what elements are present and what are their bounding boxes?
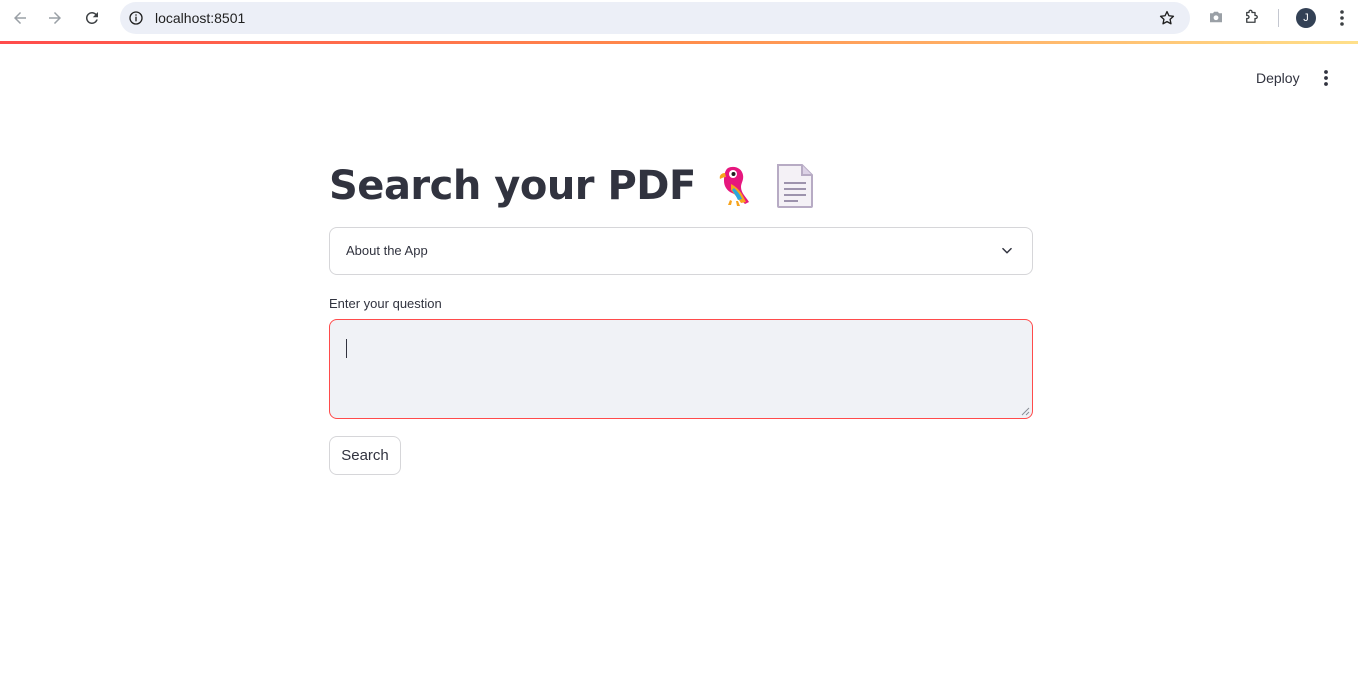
page-title: Search your PDF (329, 163, 696, 209)
toolbar-divider (1278, 9, 1279, 27)
profile-avatar[interactable]: J (1296, 8, 1316, 28)
document-icon (776, 164, 813, 208)
reload-icon (85, 11, 98, 24)
camera-icon[interactable] (1207, 8, 1225, 26)
question-input[interactable] (329, 319, 1033, 419)
browser-menu-icon[interactable] (1334, 8, 1350, 28)
extensions-puzzle-icon[interactable] (1243, 8, 1261, 26)
chevron-down-icon (1002, 247, 1012, 254)
forward-button[interactable] (42, 5, 68, 31)
site-info-icon[interactable] (128, 10, 144, 26)
back-button[interactable] (7, 5, 33, 31)
arrow-right-icon (49, 12, 61, 24)
page-title-row: Search your PDF (329, 160, 816, 212)
url-text: localhost:8501 (155, 10, 246, 26)
app-decoration-bar (0, 41, 1358, 44)
address-bar[interactable]: localhost:8501 (120, 2, 1190, 34)
expander-label: About the App (346, 243, 428, 258)
arrow-left-icon (14, 12, 26, 24)
parrot-icon (719, 166, 749, 206)
app-menu-icon[interactable] (1318, 68, 1334, 88)
question-label: Enter your question (329, 296, 442, 311)
bookmark-star-icon[interactable] (1158, 9, 1176, 27)
reload-button[interactable] (79, 5, 105, 31)
resize-handle-icon[interactable] (1021, 407, 1030, 416)
about-expander[interactable]: About the App (329, 227, 1033, 275)
search-button[interactable]: Search (329, 436, 401, 475)
deploy-button[interactable]: Deploy (1250, 68, 1306, 88)
browser-toolbar: localhost:8501 J (0, 0, 1358, 42)
text-cursor (346, 339, 347, 358)
